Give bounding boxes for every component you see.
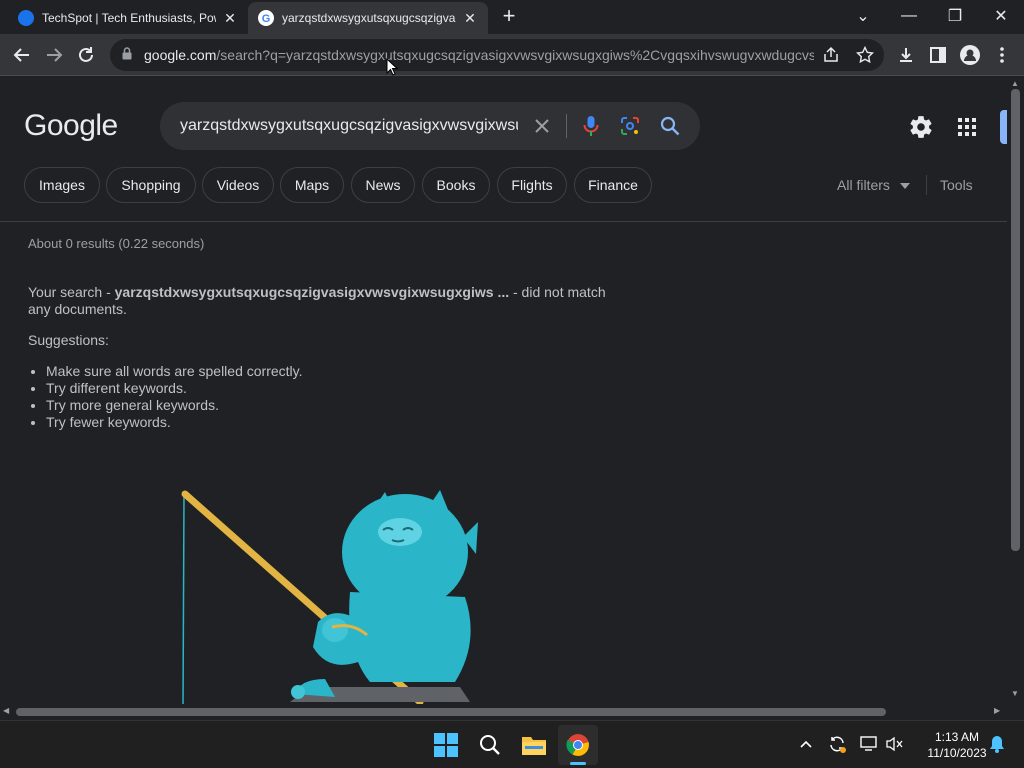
address-bar[interactable]: google.com/search?q=yarzqstdxwsygxutsqxu…	[110, 39, 884, 71]
suggestions-list: Make sure all words are spelled correctl…	[46, 363, 303, 431]
tab-title: yarzqstdxwsygxutsqxugcsqzigva	[282, 11, 456, 25]
show-hidden-icons-chevron-icon[interactable]	[795, 733, 817, 755]
all-filters-button[interactable]: All filters	[837, 177, 910, 193]
title-bar: TechSpot | Tech Enthusiasts, Pow ✕ G yar…	[0, 0, 1024, 34]
clear-search-icon[interactable]	[528, 112, 556, 140]
forward-icon[interactable]	[38, 34, 70, 76]
notifications-bell-icon[interactable]	[986, 733, 1008, 755]
horizontal-scroll-thumb[interactable]	[16, 708, 886, 716]
search-input[interactable]	[180, 114, 518, 138]
tab-title: TechSpot | Tech Enthusiasts, Pow	[42, 11, 216, 25]
tab-search-icon[interactable]: ⌄	[840, 0, 886, 32]
search-divider	[566, 114, 567, 138]
new-tab-button[interactable]: +	[492, 0, 526, 32]
scroll-up-arrow-icon[interactable]: ▲	[1011, 79, 1019, 88]
horizontal-scrollbar[interactable]: ◀ ▶	[0, 704, 1007, 720]
chrome-menu-icon[interactable]	[986, 34, 1018, 76]
lens-search-icon[interactable]	[616, 112, 644, 140]
suggestion-item: Try fewer keywords.	[46, 414, 303, 431]
chip-shopping[interactable]: Shopping	[106, 167, 196, 203]
search-box[interactable]	[160, 102, 700, 150]
tools-divider	[926, 175, 927, 195]
url-path: /search?q=yarzqstdxwsygxutsqxugcsqzigvas…	[216, 47, 815, 63]
browser-toolbar: google.com/search?q=yarzqstdxwsygxutsqxu…	[0, 34, 1024, 76]
scroll-down-arrow-icon[interactable]: ▼	[1011, 689, 1019, 698]
all-filters-label: All filters	[837, 177, 890, 193]
google-favicon-icon: G	[258, 10, 274, 26]
settings-gear-icon[interactable]	[908, 114, 934, 145]
mouse-cursor-icon	[386, 58, 398, 76]
vertical-scrollbar[interactable]: ▲ ▼	[1007, 77, 1024, 704]
url-host: google.com	[144, 47, 217, 63]
chip-videos[interactable]: Videos	[202, 167, 274, 203]
google-apps-grid-icon[interactable]	[958, 118, 976, 141]
windows-taskbar: 1:13 AM 11/10/2023	[0, 720, 1024, 768]
profile-avatar-icon[interactable]	[954, 34, 986, 76]
chip-images[interactable]: Images	[24, 167, 100, 203]
suggestions-title: Suggestions:	[28, 332, 109, 348]
no-match-message: Your search - yarzqstdxwsygxutsqxugcsqzi…	[28, 284, 628, 318]
header-divider	[0, 221, 1007, 222]
google-logo[interactable]: Google	[24, 109, 118, 143]
result-stats: About 0 results (0.22 seconds)	[28, 236, 205, 251]
suggestion-item: Make sure all words are spelled correctl…	[46, 363, 303, 380]
suggestion-item: Try more general keywords.	[46, 397, 303, 414]
svg-text:G: G	[262, 13, 271, 25]
voice-search-icon[interactable]	[577, 112, 605, 140]
chip-news[interactable]: News	[351, 167, 415, 203]
tools-button[interactable]: Tools	[940, 177, 973, 193]
bookmark-star-icon[interactable]	[855, 45, 875, 67]
tab-google-search[interactable]: G yarzqstdxwsygxutsqxugcsqzigva ✕	[248, 2, 488, 34]
search-results-page: Google Images Shopping Videos Maps News …	[0, 77, 1007, 704]
side-panel-icon[interactable]	[922, 34, 954, 76]
close-tab-icon[interactable]: ✕	[222, 10, 238, 27]
close-window-button[interactable]: ✕	[978, 0, 1024, 32]
share-icon[interactable]	[822, 46, 840, 67]
sign-in-button[interactable]	[1000, 110, 1007, 144]
chip-books[interactable]: Books	[422, 167, 490, 203]
no-match-prefix: Your search -	[28, 284, 115, 300]
chip-finance[interactable]: Finance	[574, 167, 652, 203]
volume-muted-icon[interactable]	[884, 733, 906, 755]
search-submit-icon[interactable]	[656, 112, 684, 140]
windows-start-icon[interactable]	[426, 725, 466, 765]
scroll-left-arrow-icon[interactable]: ◀	[3, 706, 9, 715]
active-app-indicator	[570, 762, 586, 765]
network-display-icon[interactable]	[858, 733, 880, 755]
taskbar-search-icon[interactable]	[470, 725, 510, 765]
techspot-favicon-icon	[18, 10, 34, 26]
minimize-button[interactable]: —	[886, 0, 932, 32]
fishing-mascot-illustration	[181, 490, 478, 704]
back-icon[interactable]	[6, 34, 38, 76]
close-tab-icon[interactable]: ✕	[462, 10, 478, 27]
chip-maps[interactable]: Maps	[280, 167, 344, 203]
lock-icon[interactable]	[122, 47, 136, 63]
chrome-taskbar-icon[interactable]	[558, 725, 598, 765]
dropdown-arrow-icon	[899, 183, 910, 190]
reload-icon[interactable]	[70, 34, 102, 76]
scrollbar-corner	[1007, 704, 1024, 720]
file-explorer-icon[interactable]	[514, 725, 554, 765]
scroll-right-arrow-icon[interactable]: ▶	[994, 706, 1000, 715]
restore-button[interactable]: ❐	[932, 0, 978, 32]
sync-update-icon[interactable]	[826, 733, 848, 755]
chip-flights[interactable]: Flights	[497, 167, 567, 203]
no-match-query: yarzqstdxwsygxutsqxugcsqzigvasigxvwsvgix…	[114, 284, 510, 300]
suggestion-item: Try different keywords.	[46, 380, 303, 397]
download-icon[interactable]	[890, 34, 922, 76]
tab-techspot[interactable]: TechSpot | Tech Enthusiasts, Pow ✕	[8, 2, 248, 34]
vertical-scroll-thumb[interactable]	[1011, 89, 1020, 551]
